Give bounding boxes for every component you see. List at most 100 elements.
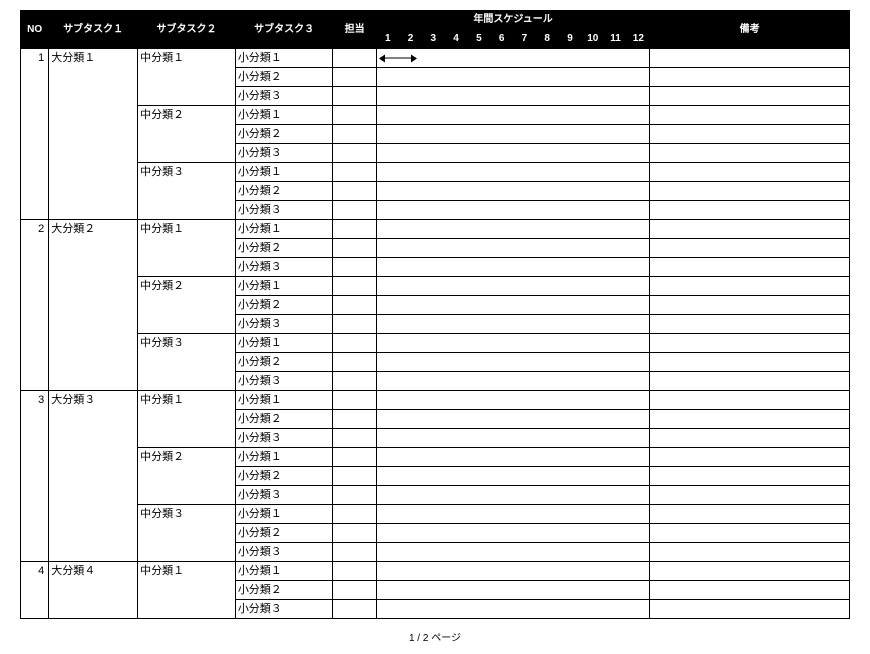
cell-note xyxy=(650,543,850,562)
cell-owner xyxy=(333,87,376,106)
cell-note xyxy=(650,581,850,600)
cell-schedule xyxy=(376,562,649,581)
cell-sub3: 小分類２ xyxy=(235,125,333,144)
schedule-table: NO サブタスク１ サブタスク２ サブタスク３ 担当 年間スケジュール 備考 1… xyxy=(20,10,850,619)
cell-sub3: 小分類２ xyxy=(235,239,333,258)
cell-note xyxy=(650,562,850,581)
cell-schedule xyxy=(376,87,649,106)
cell-sub2: 中分類３ xyxy=(138,334,236,391)
cell-owner xyxy=(333,372,376,391)
cell-sub3: 小分類３ xyxy=(235,315,333,334)
cell-owner xyxy=(333,448,376,467)
cell-schedule xyxy=(376,600,649,619)
cell-sub3: 小分類１ xyxy=(235,391,333,410)
cell-schedule xyxy=(376,144,649,163)
cell-schedule xyxy=(376,524,649,543)
table-row: 中分類３小分類１ xyxy=(21,334,850,353)
cell-owner xyxy=(333,467,376,486)
cell-note xyxy=(650,600,850,619)
cell-note xyxy=(650,106,850,125)
cell-sub3: 小分類２ xyxy=(235,467,333,486)
cell-owner xyxy=(333,562,376,581)
cell-note xyxy=(650,524,850,543)
cell-sub1: 大分類３ xyxy=(49,391,138,562)
header-month: 2 xyxy=(399,30,422,49)
cell-sub3: 小分類３ xyxy=(235,429,333,448)
cell-note xyxy=(650,296,850,315)
header-month: 6 xyxy=(490,30,513,49)
cell-owner xyxy=(333,410,376,429)
cell-sub3: 小分類１ xyxy=(235,220,333,239)
cell-note xyxy=(650,220,850,239)
cell-schedule xyxy=(376,543,649,562)
cell-owner xyxy=(333,239,376,258)
cell-note xyxy=(650,239,850,258)
cell-sub3: 小分類１ xyxy=(235,163,333,182)
table-header: NO サブタスク１ サブタスク２ サブタスク３ 担当 年間スケジュール 備考 1… xyxy=(21,11,850,49)
cell-schedule xyxy=(376,106,649,125)
cell-note xyxy=(650,486,850,505)
cell-owner xyxy=(333,600,376,619)
table-row: 中分類２小分類１ xyxy=(21,448,850,467)
cell-sub3: 小分類３ xyxy=(235,258,333,277)
cell-owner xyxy=(333,49,376,68)
table-row: 4大分類４中分類１小分類１ xyxy=(21,562,850,581)
cell-sub3: 小分類２ xyxy=(235,353,333,372)
cell-sub2: 中分類２ xyxy=(138,277,236,334)
cell-note xyxy=(650,182,850,201)
cell-owner xyxy=(333,277,376,296)
cell-sub3: 小分類２ xyxy=(235,410,333,429)
table-body: 1大分類１中分類１小分類１小分類２小分類３中分類２小分類１小分類２小分類３中分類… xyxy=(21,49,850,619)
cell-owner xyxy=(333,163,376,182)
cell-sub1: 大分類１ xyxy=(49,49,138,220)
cell-sub2: 中分類２ xyxy=(138,106,236,163)
cell-sub3: 小分類３ xyxy=(235,87,333,106)
cell-schedule xyxy=(376,391,649,410)
header-month: 10 xyxy=(581,30,604,49)
cell-schedule xyxy=(376,201,649,220)
cell-note xyxy=(650,201,850,220)
cell-sub3: 小分類１ xyxy=(235,448,333,467)
header-sub3: サブタスク３ xyxy=(235,11,333,49)
cell-sub3: 小分類３ xyxy=(235,372,333,391)
cell-sub3: 小分類２ xyxy=(235,581,333,600)
cell-schedule xyxy=(376,277,649,296)
table-row: 中分類２小分類１ xyxy=(21,106,850,125)
cell-sub3: 小分類３ xyxy=(235,144,333,163)
cell-schedule xyxy=(376,372,649,391)
cell-schedule xyxy=(376,448,649,467)
cell-owner xyxy=(333,144,376,163)
cell-sub3: 小分類１ xyxy=(235,106,333,125)
table-row: 2大分類２中分類１小分類１ xyxy=(21,220,850,239)
cell-owner xyxy=(333,353,376,372)
cell-schedule xyxy=(376,353,649,372)
cell-no: 2 xyxy=(21,220,49,391)
table-row: 1大分類１中分類１小分類１ xyxy=(21,49,850,68)
cell-sub3: 小分類１ xyxy=(235,505,333,524)
cell-sub2: 中分類１ xyxy=(138,562,236,619)
cell-schedule xyxy=(376,467,649,486)
cell-schedule xyxy=(376,163,649,182)
cell-schedule xyxy=(376,486,649,505)
cell-sub2: 中分類３ xyxy=(138,163,236,220)
cell-note xyxy=(650,334,850,353)
cell-note xyxy=(650,163,850,182)
cell-schedule xyxy=(376,505,649,524)
cell-note xyxy=(650,505,850,524)
cell-schedule xyxy=(376,49,649,68)
cell-note xyxy=(650,315,850,334)
cell-note xyxy=(650,277,850,296)
header-no: NO xyxy=(21,11,49,49)
header-month: 1 xyxy=(376,30,399,49)
cell-sub3: 小分類３ xyxy=(235,201,333,220)
cell-owner xyxy=(333,334,376,353)
cell-schedule xyxy=(376,296,649,315)
cell-schedule xyxy=(376,68,649,87)
cell-owner xyxy=(333,296,376,315)
header-month: 5 xyxy=(467,30,490,49)
cell-note xyxy=(650,448,850,467)
table-row: 3大分類３中分類１小分類１ xyxy=(21,391,850,410)
page-footer: 1 / 2 ページ xyxy=(20,629,850,644)
cell-sub2: 中分類１ xyxy=(138,391,236,448)
table-row: 中分類３小分類１ xyxy=(21,505,850,524)
